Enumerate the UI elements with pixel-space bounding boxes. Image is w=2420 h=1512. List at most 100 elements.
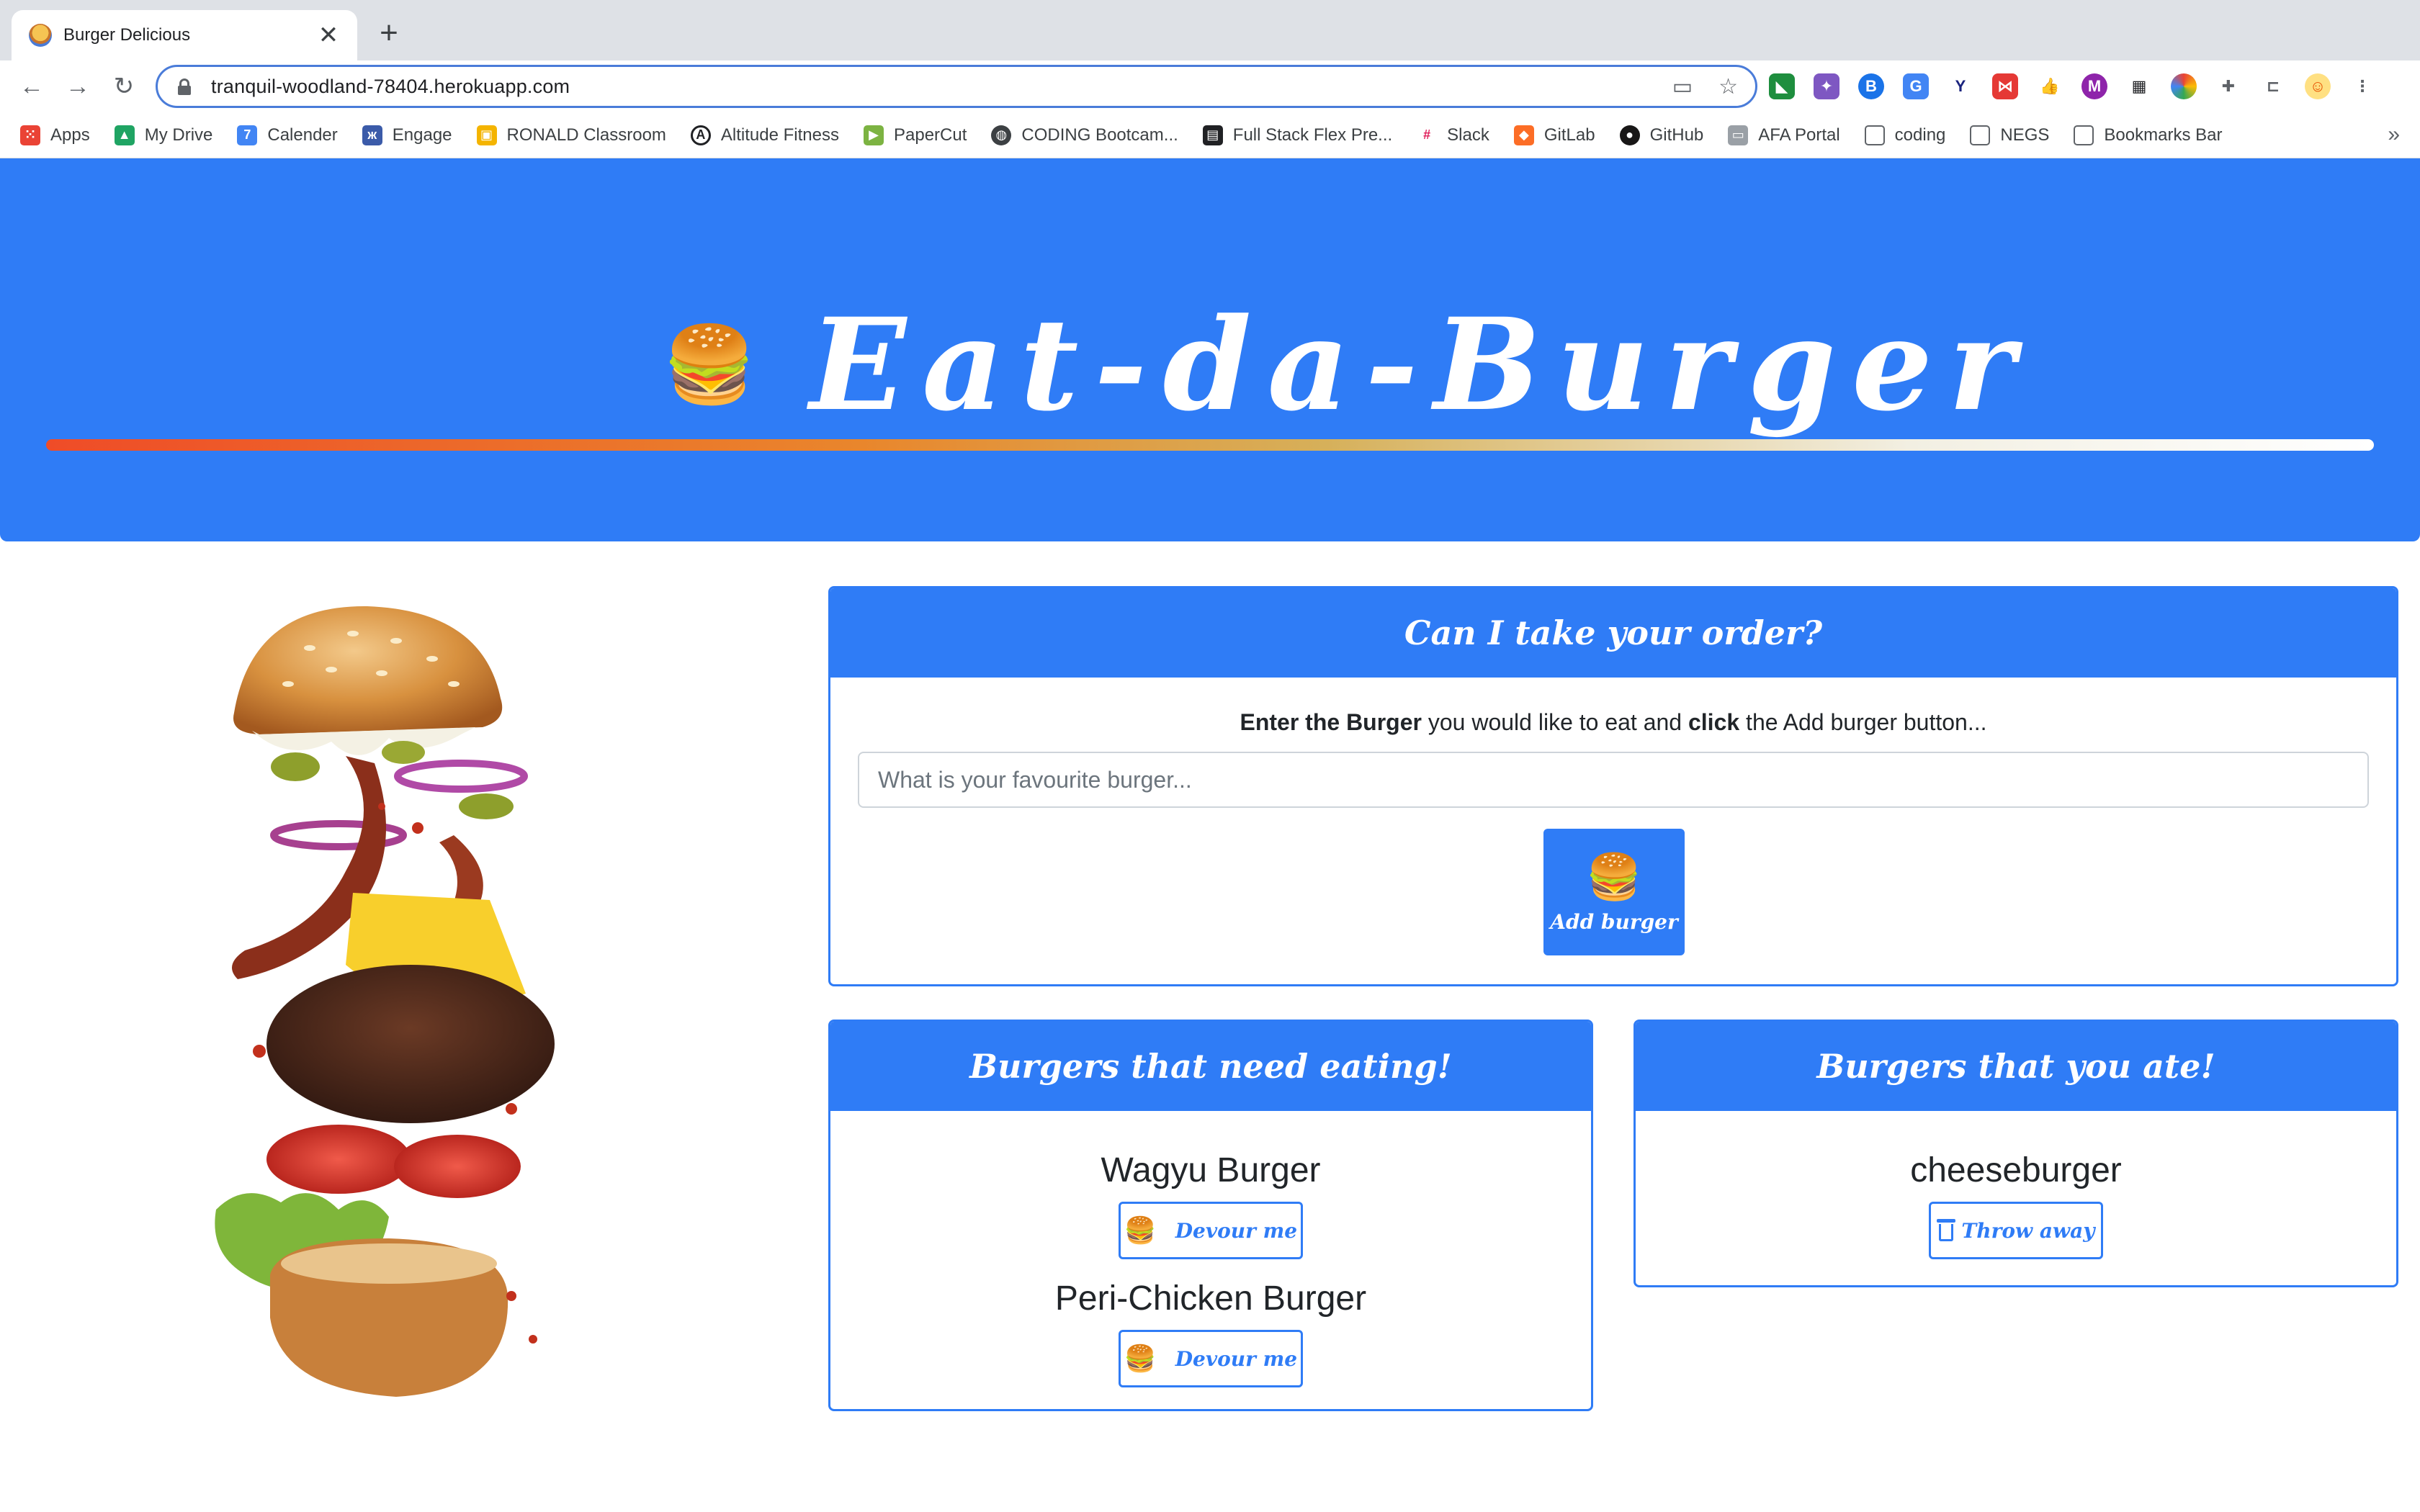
extension-green-icon[interactable]: ◣ (1769, 73, 1795, 99)
uneaten-card-header: Burgers that need eating! (830, 1022, 1591, 1111)
color-picker-icon[interactable] (2171, 73, 2197, 99)
extension-y-icon[interactable]: Y (1948, 73, 1973, 99)
back-arrow-icon[interactable]: ← (16, 71, 48, 102)
throw-away-label: Throw away (1961, 1218, 2095, 1243)
cast-device-icon[interactable]: ▭ (1672, 74, 1693, 99)
profile-avatar-icon[interactable]: ☺ (2305, 73, 2331, 99)
new-tab-button[interactable]: + (372, 17, 406, 52)
devour-button[interactable]: 🍔 Devour me (1119, 1330, 1303, 1387)
browser-tab-active[interactable]: Burger Delicious ✕ (12, 10, 357, 60)
thumbs-up-icon[interactable]: 👍 (2037, 73, 2063, 99)
bookmark-label: Calender (267, 125, 338, 145)
bookmark-papercut[interactable]: ▶ PaperCut (864, 125, 967, 145)
bookmark-label: AFA Portal (1758, 125, 1840, 145)
notebook-icon: ▤ (1202, 125, 1223, 145)
devour-label: Devour me (1175, 1218, 1298, 1243)
bookmark-engage[interactable]: ж Engage (362, 125, 452, 145)
github-icon: ● (1619, 125, 1640, 145)
bookmark-label: Engage (392, 125, 452, 145)
burger-name: cheeseburger (1910, 1151, 2122, 1189)
uneaten-burger-list: Wagyu Burger 🍔 Devour me Peri-Chicken Bu… (830, 1111, 1591, 1387)
bookmark-label: coding (1894, 125, 1946, 145)
order-instructions: Enter the Burger you would like to eat a… (830, 709, 2396, 736)
extension-puzzle-purple-icon[interactable]: ✦ (1814, 73, 1839, 99)
folder-icon (1864, 125, 1885, 145)
grid-icon[interactable]: ▦ (2126, 73, 2152, 99)
bookmark-label: Bookmarks Bar (2104, 125, 2223, 145)
bookmarks-overflow-chevron-icon[interactable]: » (2388, 122, 2400, 147)
instruction-text-middle: you would like to eat and (1421, 709, 1688, 735)
eaten-card-header: Burgers that you ate! (1636, 1022, 2396, 1111)
bookmark-ronald-classroom[interactable]: ▣ RONALD Classroom (476, 125, 666, 145)
extension-share-icon[interactable]: ⋈ (1992, 73, 2018, 99)
uneaten-burgers-card: Burgers that need eating! Wagyu Burger 🍔… (828, 1020, 1593, 1411)
bookmark-label: GitLab (1543, 125, 1595, 145)
reload-icon[interactable]: ↻ (108, 71, 140, 102)
google-translate-icon[interactable]: G (1903, 73, 1929, 99)
eaten-burgers-card: Burgers that you ate! cheeseburger Throw… (1634, 1020, 2398, 1287)
extensions-row: ◣ ✦ B G Y ⋈ 👍 M ▦ ✚ ⊏ ☺ ⋮ (1769, 71, 2375, 102)
forward-arrow-icon[interactable]: → (62, 71, 94, 102)
close-tab-icon[interactable]: ✕ (314, 21, 343, 50)
url-text[interactable]: tranquil-woodland-78404.herokuapp.com (211, 76, 1646, 98)
browser-menu-icon[interactable]: ⋮ (2349, 73, 2375, 99)
burger-emoji-icon: 🍔 (663, 323, 756, 407)
bookmark-label: NEGS (2000, 125, 2050, 145)
burger-name-input[interactable] (858, 752, 2369, 808)
extensions-puzzle-icon[interactable]: ✚ (2215, 73, 2241, 99)
bookmark-folder-coding[interactable]: coding (1864, 125, 1946, 145)
bookmark-label: PaperCut (894, 125, 967, 145)
instruction-text-end: the Add burger button... (1739, 709, 1987, 735)
bookmark-altitude-fitness[interactable]: A Altitude Fitness (690, 125, 839, 145)
bookmark-label: Full Stack Flex Pre... (1232, 125, 1393, 145)
gradient-divider (46, 439, 2374, 451)
burger-emoji-icon: 🍔 (1586, 852, 1642, 902)
bookmark-afa-portal[interactable]: ▭ AFA Portal (1728, 125, 1840, 145)
burger-name: Peri-Chicken Burger (1054, 1279, 1367, 1318)
bookmark-label: My Drive (144, 125, 213, 145)
bookmarks-bar: ⁙ Apps ▲ My Drive 7 Calender ж Engage ▣ RONAL… (0, 112, 2420, 158)
browser-toolbar: ← → ↻ tranquil-woodland-78404.herokuapp.… (0, 60, 2420, 112)
extension-m-icon[interactable]: M (2081, 73, 2107, 99)
add-burger-label: Add burger (1550, 909, 1678, 934)
devour-label: Devour me (1175, 1346, 1298, 1371)
bookmark-label: Apps (50, 125, 90, 145)
throw-away-button[interactable]: Throw away (1929, 1202, 2103, 1259)
list-item: Wagyu Burger 🍔 Devour me (830, 1148, 1591, 1259)
bookmark-slack[interactable]: # Slack (1417, 125, 1489, 145)
hero-banner: 🍔 Eat-da-Burger (0, 158, 2420, 541)
bookmark-calender[interactable]: 7 Calender (237, 125, 338, 145)
burger-emoji-icon: 🍔 (1124, 1215, 1157, 1246)
calendar-icon: 7 (237, 125, 258, 145)
cast-icon[interactable]: ⊏ (2260, 73, 2286, 99)
browser-tab-strip: Burger Delicious ✕ + (0, 0, 2420, 60)
google-drive-icon: ▲ (114, 125, 135, 145)
instruction-bold-burger: Enter the Burger (1240, 709, 1422, 735)
bookmark-github[interactable]: ● GitHub (1619, 125, 1704, 145)
bookmark-label: CODING Bootcam... (1021, 125, 1178, 145)
bookmark-full-stack-flex[interactable]: ▤ Full Stack Flex Pre... (1202, 125, 1393, 145)
add-burger-button[interactable]: 🍔 Add burger (1543, 829, 1685, 955)
bookmark-apps[interactable]: ⁙ Apps (20, 125, 90, 145)
burger-favicon-icon (29, 24, 52, 47)
bookmark-label: GitHub (1649, 125, 1704, 145)
bookmark-gitlab[interactable]: ◆ GitLab (1513, 125, 1595, 145)
address-bar[interactable]: tranquil-woodland-78404.herokuapp.com ▭ … (156, 65, 1757, 108)
butterfly-icon: ж (362, 125, 382, 145)
burger-name: Wagyu Burger (1101, 1151, 1321, 1189)
fitness-icon: A (690, 125, 711, 145)
exploded-burger-image (215, 606, 555, 1397)
bookmark-star-icon[interactable]: ☆ (1718, 74, 1738, 99)
devour-button[interactable]: 🍔 Devour me (1119, 1202, 1303, 1259)
bookmark-folder-negs[interactable]: NEGS (1970, 125, 2049, 145)
extension-b-icon[interactable]: B (1858, 73, 1884, 99)
bookmark-my-drive[interactable]: ▲ My Drive (114, 125, 213, 145)
classroom-icon: ▣ (476, 125, 497, 145)
slack-icon: # (1417, 125, 1438, 145)
bookmark-folder-bookmarks-bar[interactable]: Bookmarks Bar (2074, 125, 2222, 145)
folder-icon (2074, 125, 2094, 145)
gitlab-icon: ◆ (1513, 125, 1534, 145)
lock-icon (178, 78, 191, 95)
globe-icon: ◍ (991, 125, 1012, 145)
bookmark-coding-bootcamp[interactable]: ◍ CODING Bootcam... (991, 125, 1178, 145)
